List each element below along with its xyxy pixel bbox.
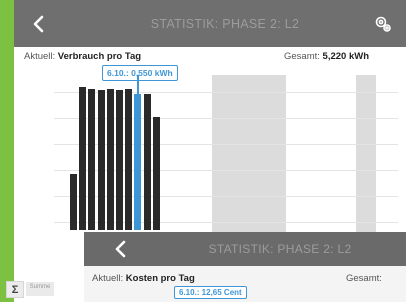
- bar[interactable]: [79, 87, 87, 230]
- total-metric: Gesamt:: [346, 273, 382, 284]
- bar[interactable]: [125, 89, 133, 230]
- navigation-bar: STATISTIK: PHASE 2: L2: [14, 0, 406, 47]
- current-metric-value: Kosten pro Tag: [125, 273, 195, 284]
- bar-selected[interactable]: [134, 94, 142, 230]
- gear-icon: [375, 16, 391, 32]
- sum-button[interactable]: Σ: [6, 281, 24, 298]
- bar[interactable]: [97, 90, 105, 230]
- navigation-bar: STATISTIK: PHASE 2: L2: [84, 232, 406, 266]
- cost-statistics-screen: STATISTIK: PHASE 2: L2 Aktuell: Kosten p…: [84, 232, 406, 302]
- bar[interactable]: [152, 117, 160, 230]
- consumption-bar-chart[interactable]: [14, 75, 406, 255]
- period-band: [356, 75, 376, 255]
- bar[interactable]: [70, 174, 77, 230]
- page-title: STATISTIK: PHASE 2: L2: [150, 16, 300, 31]
- settings-button[interactable]: [366, 0, 400, 47]
- gridline: [54, 118, 398, 119]
- info-row: Aktuell: Verbrauch pro Tag Gesamt: 5,220…: [14, 51, 406, 67]
- period-band: [212, 75, 286, 255]
- bar[interactable]: [143, 94, 151, 230]
- bar[interactable]: [106, 89, 114, 230]
- bar[interactable]: [116, 90, 123, 230]
- sum-tab[interactable]: Summe: [26, 282, 54, 296]
- total-metric: Gesamt: 5,220 kWh: [284, 51, 370, 62]
- current-metric-value: Verbrauch pro Tag: [57, 51, 142, 62]
- selected-day-tooltip: 6.10.: 12,65 Cent: [174, 286, 247, 299]
- total-metric-value: 5,220 kWh: [322, 51, 370, 62]
- gridline: [54, 196, 398, 197]
- gridline: [54, 170, 398, 171]
- gridline: [54, 92, 398, 93]
- page-title: STATISTIK: PHASE 2: L2: [208, 242, 352, 256]
- bar[interactable]: [88, 89, 96, 230]
- current-metric: Aktuell: Kosten pro Tag: [92, 273, 195, 284]
- gridline: [54, 144, 398, 145]
- gridline: [54, 222, 398, 223]
- current-metric: Aktuell: Verbrauch pro Tag: [24, 51, 142, 62]
